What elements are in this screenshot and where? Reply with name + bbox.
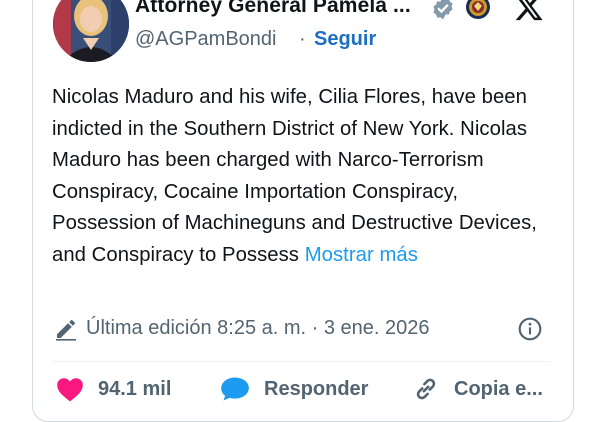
author-name[interactable]: Attorney General Pamela ... (135, 0, 411, 18)
pencil-icon (56, 320, 76, 341)
x-logo-icon[interactable] (512, 0, 546, 22)
post-text: Nicolas Maduro and his wife, Cilia Flore… (52, 82, 552, 271)
reply-bubble-icon (221, 377, 249, 401)
divider (52, 361, 550, 362)
edit-timestamp: Última edición 8:25 a. m. · 3 ene. 2026 (86, 317, 430, 339)
copy-link-label: Copia e... (454, 377, 543, 400)
info-icon[interactable] (517, 316, 543, 342)
action-bar: 94.1 mil Responder Copia e... (52, 376, 572, 406)
link-icon (416, 378, 436, 400)
reply-button[interactable]: Responder (220, 376, 368, 402)
show-more-link[interactable]: Mostrar más (305, 244, 418, 266)
like-count: 94.1 mil (98, 377, 172, 400)
doj-seal-icon (466, 0, 490, 19)
follow-button[interactable]: Seguir (314, 28, 376, 51)
author-handle[interactable]: @AGPamBondi (135, 28, 276, 51)
reply-label: Responder (264, 377, 369, 400)
post-body: Nicolas Maduro and his wife, Cilia Flore… (52, 86, 537, 266)
verified-badge-icon (433, 0, 453, 20)
heart-icon (57, 378, 83, 402)
copy-link-button[interactable]: Copia e... (412, 376, 543, 402)
separator-dot: · (299, 28, 306, 50)
like-button[interactable]: 94.1 mil (56, 376, 171, 402)
